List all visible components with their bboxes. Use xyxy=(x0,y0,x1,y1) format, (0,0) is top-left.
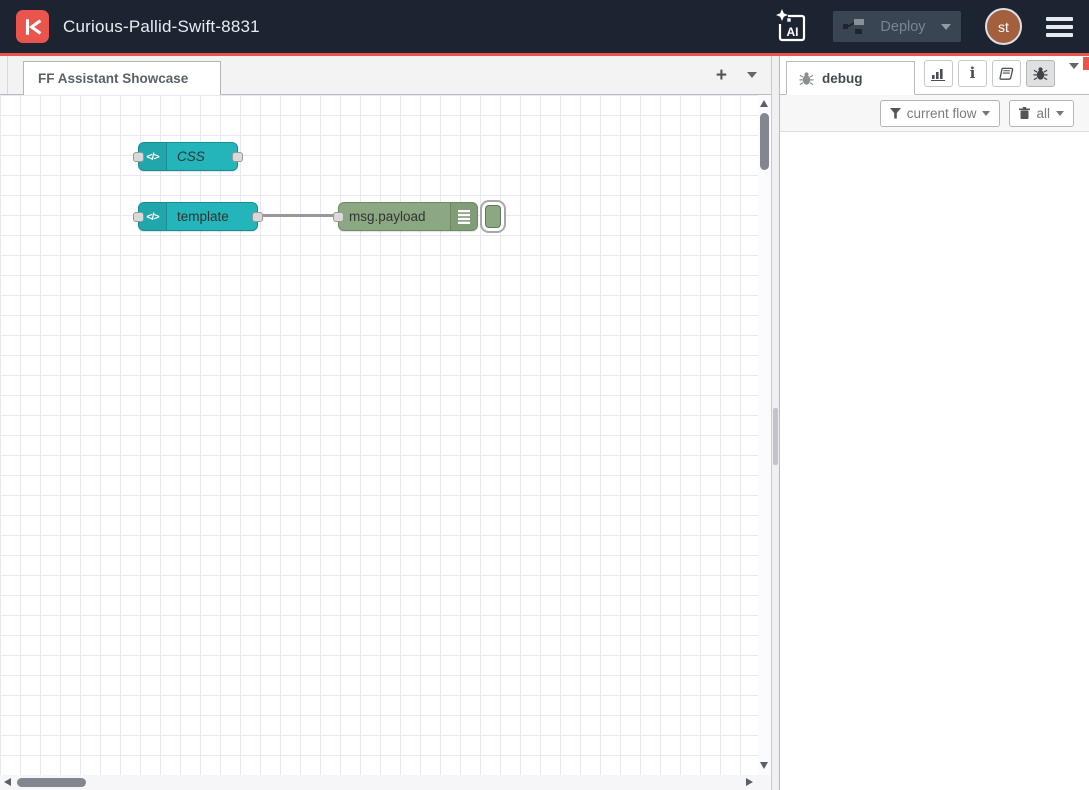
sidebar: debug i xyxy=(780,56,1089,790)
tab-debug-label: debug xyxy=(822,71,863,86)
bug-icon xyxy=(799,71,814,86)
scroll-right-icon[interactable] xyxy=(746,778,753,786)
debug-filter-button[interactable]: current flow xyxy=(880,100,1001,127)
svg-text:AI: AI xyxy=(787,25,799,39)
debug-tab-button[interactable] xyxy=(1026,60,1055,87)
filter-funnel-icon xyxy=(890,108,901,119)
bug-icon xyxy=(1033,66,1048,81)
header: Curious-Pallid-Swift-8831 AI Deploy xyxy=(0,0,1089,56)
header-actions: AI Deploy st xyxy=(773,8,1073,46)
flowfuse-logo-icon xyxy=(22,16,44,38)
deploy-button[interactable]: Deploy xyxy=(833,11,961,42)
main-area: FF Assistant Showcase + </> CSS xyxy=(0,56,1089,790)
flow-tab-label: FF Assistant Showcase xyxy=(38,71,188,86)
debug-clear-label: all xyxy=(1036,106,1050,121)
deploy-nodes-icon xyxy=(843,18,865,36)
debug-enable-toggle-button[interactable] xyxy=(480,200,506,233)
sidebar-tabbar: debug i xyxy=(780,56,1089,95)
book-icon xyxy=(999,67,1014,81)
main-menu-button[interactable] xyxy=(1046,13,1073,41)
flow-tabbar: FF Assistant Showcase + xyxy=(0,56,771,95)
output-port[interactable] xyxy=(232,152,243,162)
avatar-initials: st xyxy=(998,19,1009,35)
separator-grip-icon xyxy=(773,408,778,465)
debug-filter-label: current flow xyxy=(907,106,977,121)
vertical-scrollbar[interactable] xyxy=(758,95,771,775)
scroll-left-icon[interactable] xyxy=(4,778,11,786)
tab-debug[interactable]: debug xyxy=(786,61,915,95)
debug-toolbar: current flow all xyxy=(780,95,1089,132)
deploy-chevron-down-icon[interactable] xyxy=(941,24,951,30)
bar-chart-icon xyxy=(931,67,946,81)
sidebar-separator[interactable] xyxy=(771,56,780,790)
info-tab-button[interactable]: i xyxy=(958,60,987,87)
flow-canvas[interactable]: </> CSS </> template msg.payload xyxy=(0,95,771,790)
debug-message-list xyxy=(780,132,1089,790)
scroll-up-icon[interactable] xyxy=(760,100,768,107)
sidebar-tab-buttons: i xyxy=(924,60,1079,87)
input-port[interactable] xyxy=(133,152,144,162)
scrollbar-corner xyxy=(758,775,771,790)
dashboard-tab-button[interactable] xyxy=(924,60,953,87)
node-label: msg.payload xyxy=(339,203,450,230)
output-port[interactable] xyxy=(252,212,263,222)
chevron-down-icon xyxy=(1056,111,1064,116)
page-title: Curious-Pallid-Swift-8831 xyxy=(63,17,260,37)
debug-list-icon xyxy=(450,203,477,230)
node-template[interactable]: </> template xyxy=(138,202,258,231)
node-red-editor: Curious-Pallid-Swift-8831 AI Deploy xyxy=(0,0,1089,790)
debug-clear-button[interactable]: all xyxy=(1009,100,1074,127)
scroll-down-icon[interactable] xyxy=(760,762,768,769)
add-flow-button[interactable]: + xyxy=(716,66,727,85)
ai-assistant-button[interactable]: AI xyxy=(773,8,809,46)
user-avatar[interactable]: st xyxy=(985,8,1022,45)
chevron-down-icon xyxy=(982,111,990,116)
wire-template-to-debug xyxy=(253,214,343,217)
accent-notch xyxy=(1083,57,1089,70)
ai-sparkle-icon: AI xyxy=(774,8,808,46)
workspace: FF Assistant Showcase + </> CSS xyxy=(0,56,771,790)
input-port[interactable] xyxy=(333,212,344,222)
node-label: CSS xyxy=(167,143,237,170)
hamburger-icon xyxy=(1046,17,1073,21)
node-label: template xyxy=(167,203,257,230)
node-template-css[interactable]: </> CSS xyxy=(138,142,238,171)
node-debug-msg-payload[interactable]: msg.payload xyxy=(338,202,478,231)
flow-tab[interactable]: FF Assistant Showcase xyxy=(23,61,221,95)
trash-icon xyxy=(1019,107,1030,119)
sidebar-menu-chevron-down-icon[interactable] xyxy=(1069,63,1079,69)
horizontal-scroll-thumb[interactable] xyxy=(17,778,86,787)
horizontal-scrollbar[interactable] xyxy=(0,775,758,790)
flow-list-chevron-down-icon[interactable] xyxy=(747,72,757,78)
flowfuse-logo[interactable] xyxy=(16,10,49,43)
deploy-label: Deploy xyxy=(874,19,932,35)
help-tab-button[interactable] xyxy=(992,60,1021,87)
input-port[interactable] xyxy=(133,212,144,222)
vertical-scroll-thumb[interactable] xyxy=(760,113,769,170)
tab-actions: + xyxy=(716,56,757,94)
info-icon: i xyxy=(970,66,976,81)
tab-scroll-left-edge xyxy=(0,56,8,94)
